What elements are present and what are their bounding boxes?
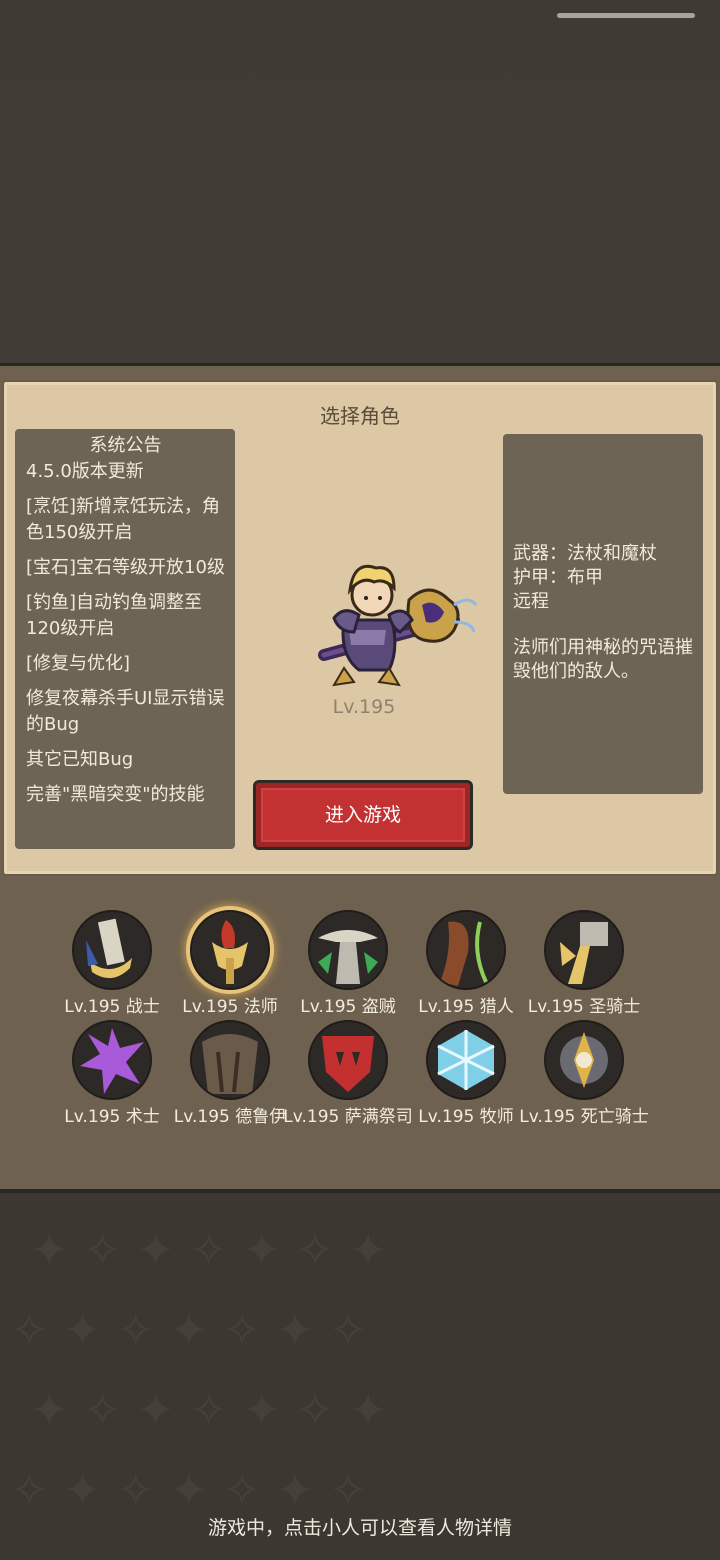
system-notice[interactable]: 系统公告 4.5.0版本更新 [烹饪]新增烹饪玩法，角色150级开启 [宝石]宝… [15,429,235,849]
enter-game-button[interactable]: 进入游戏 [253,780,473,850]
notice-line: 4.5.0版本更新 [26,461,144,482]
background-pattern: ✦ ✧ ✦ ✧ ✦ ✧ ✦ [30,1383,388,1437]
character-card: 选择角色 系统公告 4.5.0版本更新 [烹饪]新增烹饪玩法，角色150级开启 … [2,380,718,876]
death-knight-icon [544,1020,624,1100]
paladin-icon [544,910,624,990]
class-description: 法师们用神秘的咒语摧毁他们的敌人。 [513,637,693,682]
class-paladin[interactable]: Lv.195 圣骑士 [514,910,654,1017]
warlock-icon [72,1020,152,1100]
top-background [0,0,720,365]
weapon-info: 武器：法杖和魔杖 [513,543,657,564]
hint-text: 游戏中，点击小人可以查看人物详情 [207,1517,512,1539]
hunter-icon [426,910,506,990]
page-title: 选择角色 [320,404,400,428]
class-info-panel: 武器：法杖和魔杖 护甲：布甲 远程 法师们用神秘的咒语摧毁他们的敌人。 [503,434,703,794]
notice-line: 完善"黑暗突变"的技能 [26,784,205,805]
notice-line: 修复夜幕杀手UI显示错误的Bug [26,688,225,735]
home-indicator[interactable] [557,13,695,18]
notice-line: [修复与优化] [26,653,131,674]
notice-line: [烹饪]新增烹饪玩法，角色150级开启 [26,496,221,543]
hero-character-sprite[interactable] [304,560,484,710]
background-pattern: ✧ ✦ ✧ ✦ ✧ ✦ ✧ [10,1303,368,1357]
notice-line: [钓鱼]自动钓鱼调整至120级开启 [26,592,203,639]
range-info: 远程 [513,591,549,612]
druid-icon [190,1020,270,1100]
background-pattern: ✧ ✦ ✧ ✦ ✧ ✦ ✧ [10,1463,368,1517]
background-pattern: ✦ ✧ ✦ ✧ ✦ ✧ ✦ [30,1223,388,1277]
priest-icon [426,1020,506,1100]
notice-line: [宝石]宝石等级开放10级 [26,557,225,578]
mage-icon [190,910,270,990]
bottom-background: ✦ ✧ ✦ ✧ ✦ ✧ ✦ ✧ ✦ ✧ ✦ ✧ ✦ ✧ ✦ ✧ ✦ ✧ ✦ ✧ … [0,1193,720,1560]
armor-info: 护甲：布甲 [513,567,603,588]
hero-level: Lv.195 [332,696,396,718]
character-select-panel: 选择角色 系统公告 4.5.0版本更新 [烹饪]新增烹饪玩法，角色150级开启 … [0,366,720,1190]
class-label: Lv.195 圣骑士 [527,997,641,1017]
warrior-icon [72,910,152,990]
class-selector: Lv.195 战士 Lv.195 法师 Lv.195 盗贼 Lv.195 猎人 … [0,910,720,1150]
class-death-knight[interactable]: Lv.195 死亡骑士 [514,1020,654,1127]
rogue-icon [308,910,388,990]
class-label: Lv.195 死亡骑士 [519,1107,649,1127]
notice-line: 其它已知Bug [26,749,134,770]
notice-title: 系统公告 [89,435,162,456]
shaman-icon [308,1020,388,1100]
